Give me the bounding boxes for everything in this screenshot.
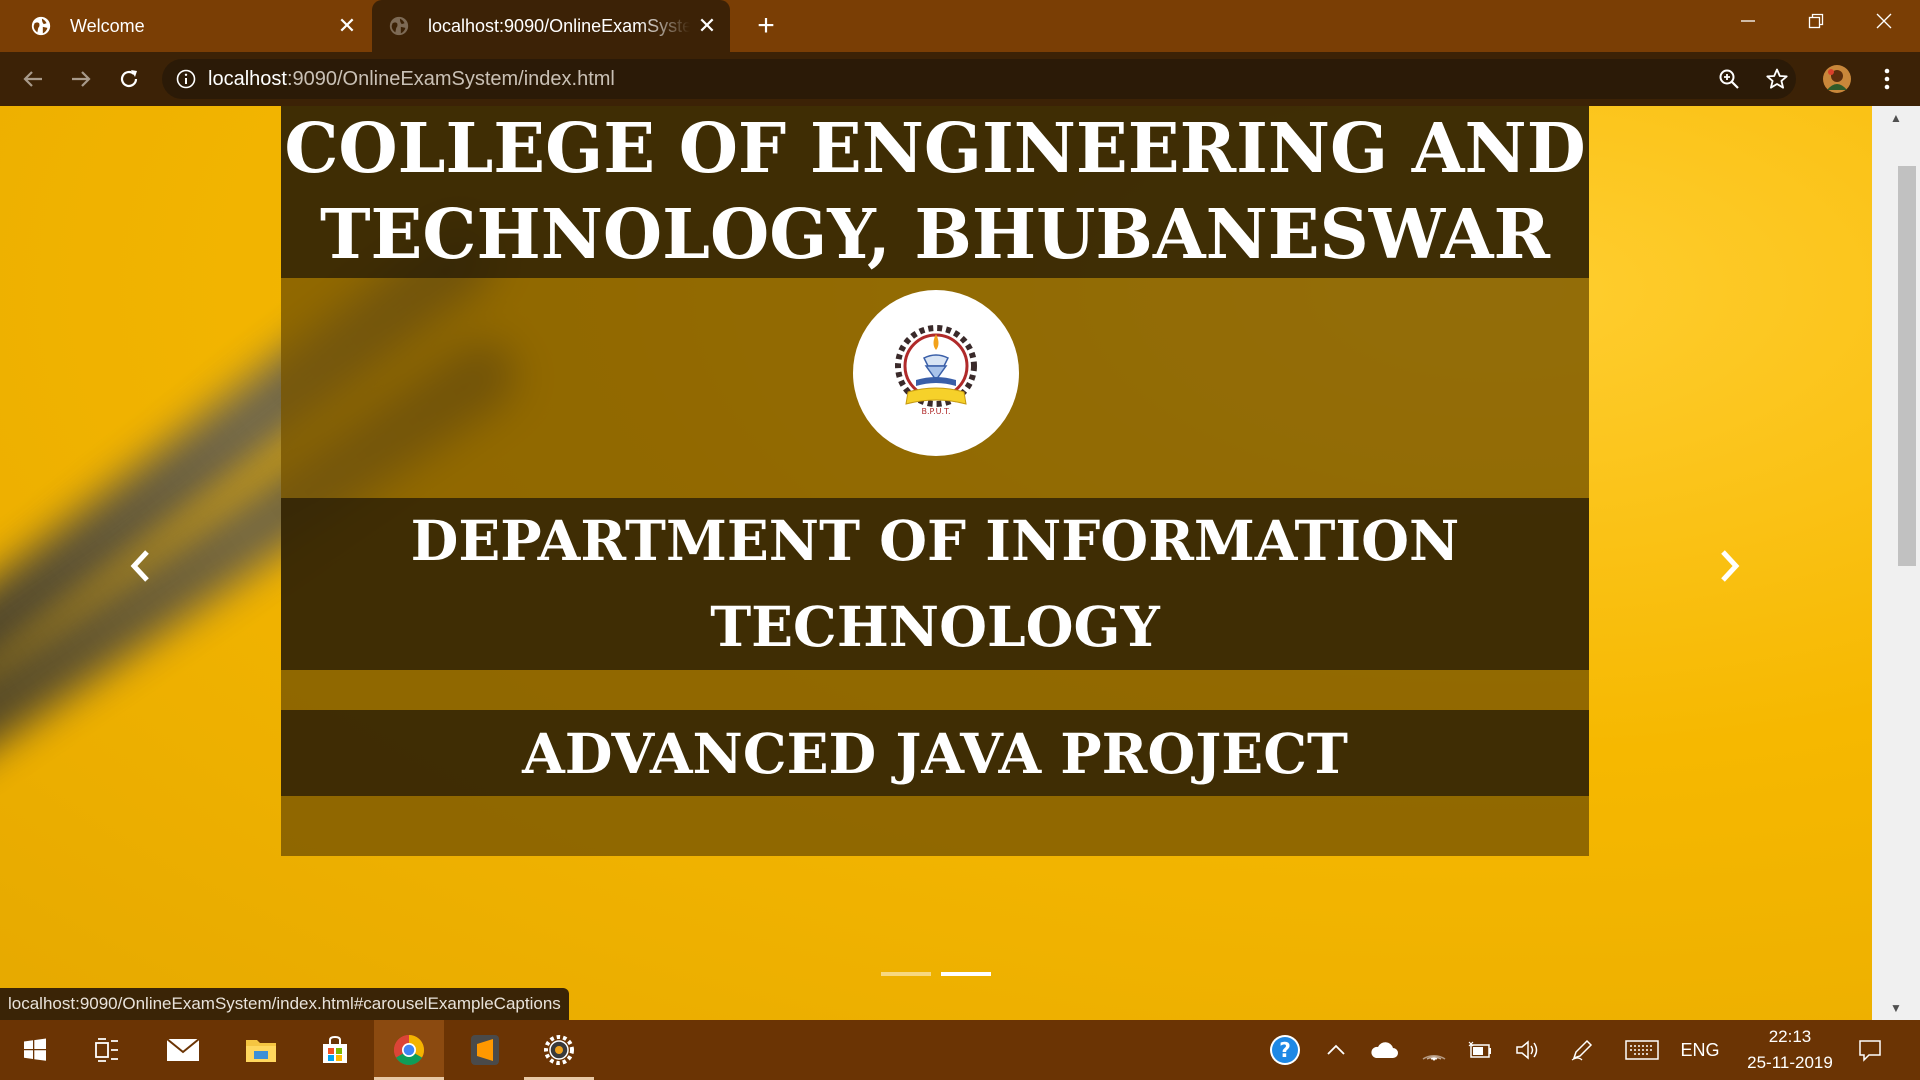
info-icon[interactable]: [176, 69, 196, 89]
action-center-button[interactable]: [1850, 1020, 1890, 1080]
reload-icon: [120, 70, 138, 88]
store-app[interactable]: [300, 1020, 370, 1080]
onedrive-tray-button[interactable]: [1364, 1020, 1404, 1080]
windows-taskbar: ? ENG 22:13 25-11-2019: [0, 1020, 1920, 1080]
mail-app[interactable]: [148, 1020, 218, 1080]
back-button[interactable]: [14, 60, 52, 98]
help-tray-button[interactable]: ?: [1266, 1020, 1304, 1080]
new-tab-button[interactable]: +: [746, 6, 786, 46]
sublime-text-app[interactable]: [450, 1020, 520, 1080]
volume-tray-button[interactable]: [1508, 1020, 1548, 1080]
help-icon: ?: [1270, 1035, 1300, 1065]
address-bar[interactable]: localhost:9090/OnlineExamSystem/index.ht…: [162, 59, 1796, 99]
notification-icon: [1859, 1040, 1881, 1062]
svg-text:?: ?: [1279, 1038, 1291, 1062]
vertical-scrollbar[interactable]: ▲ ▼: [1872, 106, 1920, 1020]
close-tab-icon[interactable]: ✕: [330, 13, 364, 39]
task-view-icon: [95, 1038, 118, 1062]
logo-caption: B.P.U.T.: [921, 407, 950, 416]
close-window-button[interactable]: [1850, 0, 1918, 42]
tab-title: localhost:9090/OnlineExamSystem/index.ht…: [428, 15, 690, 36]
wifi-tray-button[interactable]: [1414, 1020, 1454, 1080]
show-hidden-icons-button[interactable]: [1318, 1020, 1354, 1080]
carousel-caption-panel: COLLEGE OF ENGINEERING AND TECHNOLOGY, B…: [281, 106, 1589, 856]
department-title: DEPARTMENT OF INFORMATION TECHNOLOGY: [281, 498, 1589, 670]
url-text[interactable]: localhost:9090/OnlineExamSystem/index.ht…: [208, 68, 615, 91]
carousel-indicator-1[interactable]: [881, 972, 931, 976]
bookmark-button[interactable]: [1758, 60, 1796, 98]
zoom-button[interactable]: [1710, 60, 1748, 98]
start-button[interactable]: [0, 1020, 70, 1080]
star-icon: [1766, 68, 1788, 89]
carousel-prev-button[interactable]: [110, 536, 170, 596]
close-tab-icon[interactable]: ✕: [690, 13, 724, 39]
scroll-thumb[interactable]: [1898, 166, 1916, 566]
gear-icon: [544, 1035, 574, 1065]
tab-online-exam-system[interactable]: localhost:9090/OnlineExamSystem/index.ht…: [372, 0, 730, 52]
forward-button[interactable]: [62, 60, 100, 98]
file-explorer-app[interactable]: [226, 1020, 296, 1080]
arrow-right-icon: [72, 71, 91, 87]
college-logo: B.P.U.T.: [853, 290, 1019, 456]
carousel-indicator-2[interactable]: [941, 972, 991, 976]
close-icon: [1876, 13, 1892, 29]
chevron-right-icon: [1721, 550, 1740, 582]
mail-icon: [166, 1038, 200, 1061]
cloud-icon: [1371, 1042, 1398, 1058]
speaker-icon: [1516, 1040, 1538, 1060]
url-host: localhost: [208, 67, 287, 90]
battery-icon: [1468, 1041, 1491, 1058]
tab-title: Welcome: [70, 15, 145, 36]
kebab-menu-icon: [1884, 68, 1890, 90]
wifi-icon: [1422, 1055, 1446, 1061]
scroll-down-button[interactable]: ▼: [1872, 996, 1920, 1020]
college-title: COLLEGE OF ENGINEERING AND TECHNOLOGY, B…: [281, 106, 1589, 278]
keyboard-icon: [1625, 1040, 1659, 1060]
restore-button[interactable]: [1782, 0, 1850, 42]
clock-time: 22:13: [1768, 1027, 1812, 1046]
chevron-left-icon: [130, 550, 149, 582]
battery-tray-button[interactable]: [1460, 1020, 1500, 1080]
browser-toolbar: localhost:9090/OnlineExamSystem/index.ht…: [0, 52, 1920, 106]
settings-app[interactable]: [524, 1020, 594, 1080]
carousel-next-button[interactable]: [1700, 536, 1760, 596]
chrome-app[interactable]: [374, 1020, 444, 1080]
windows-icon: [24, 1038, 46, 1061]
input-language-indicator[interactable]: ENG: [1672, 1020, 1728, 1080]
url-path: :9090/OnlineExamSystem/index.html: [286, 67, 615, 90]
clock-readout: 22:13 25-11-2019: [1747, 1024, 1833, 1076]
chevron-up-icon: [1327, 1044, 1345, 1055]
tab-strip: Welcome ✕ localhost:9090/OnlineExamSyste…: [0, 0, 1920, 52]
minimize-icon: [1741, 20, 1755, 22]
globe-icon: [31, 16, 51, 36]
zoom-icon: [1719, 69, 1739, 89]
avatar-icon: [1823, 65, 1851, 93]
link-status-bubble: localhost:9090/OnlineExamSystem/index.ht…: [0, 988, 569, 1020]
tab-welcome[interactable]: Welcome ✕: [14, 0, 370, 52]
project-title: ADVANCED JAVA PROJECT: [281, 710, 1589, 796]
chrome-icon: [393, 1035, 425, 1066]
scroll-up-button[interactable]: ▲: [1872, 106, 1920, 130]
task-view-button[interactable]: [72, 1020, 142, 1080]
college-emblem-icon: B.P.U.T.: [895, 325, 977, 416]
restore-icon: [1808, 13, 1824, 29]
touch-keyboard-button[interactable]: [1620, 1020, 1664, 1080]
sublime-icon: [471, 1035, 499, 1065]
pen-workspace-button[interactable]: [1562, 1020, 1602, 1080]
arrow-left-icon: [23, 71, 42, 87]
profile-avatar[interactable]: [1818, 60, 1856, 98]
store-bag-icon: [323, 1035, 347, 1063]
minimize-button[interactable]: [1714, 0, 1782, 42]
folder-icon: [246, 1040, 276, 1062]
page-viewport: COLLEGE OF ENGINEERING AND TECHNOLOGY, B…: [0, 106, 1872, 1020]
pen-icon: [1571, 1039, 1593, 1061]
globe-icon: [389, 16, 409, 36]
clock-date: 25-11-2019: [1747, 1053, 1833, 1072]
menu-button[interactable]: [1868, 60, 1906, 98]
reload-button[interactable]: [110, 60, 148, 98]
clock[interactable]: 22:13 25-11-2019: [1738, 1020, 1842, 1080]
carousel-indicators: [881, 972, 991, 976]
